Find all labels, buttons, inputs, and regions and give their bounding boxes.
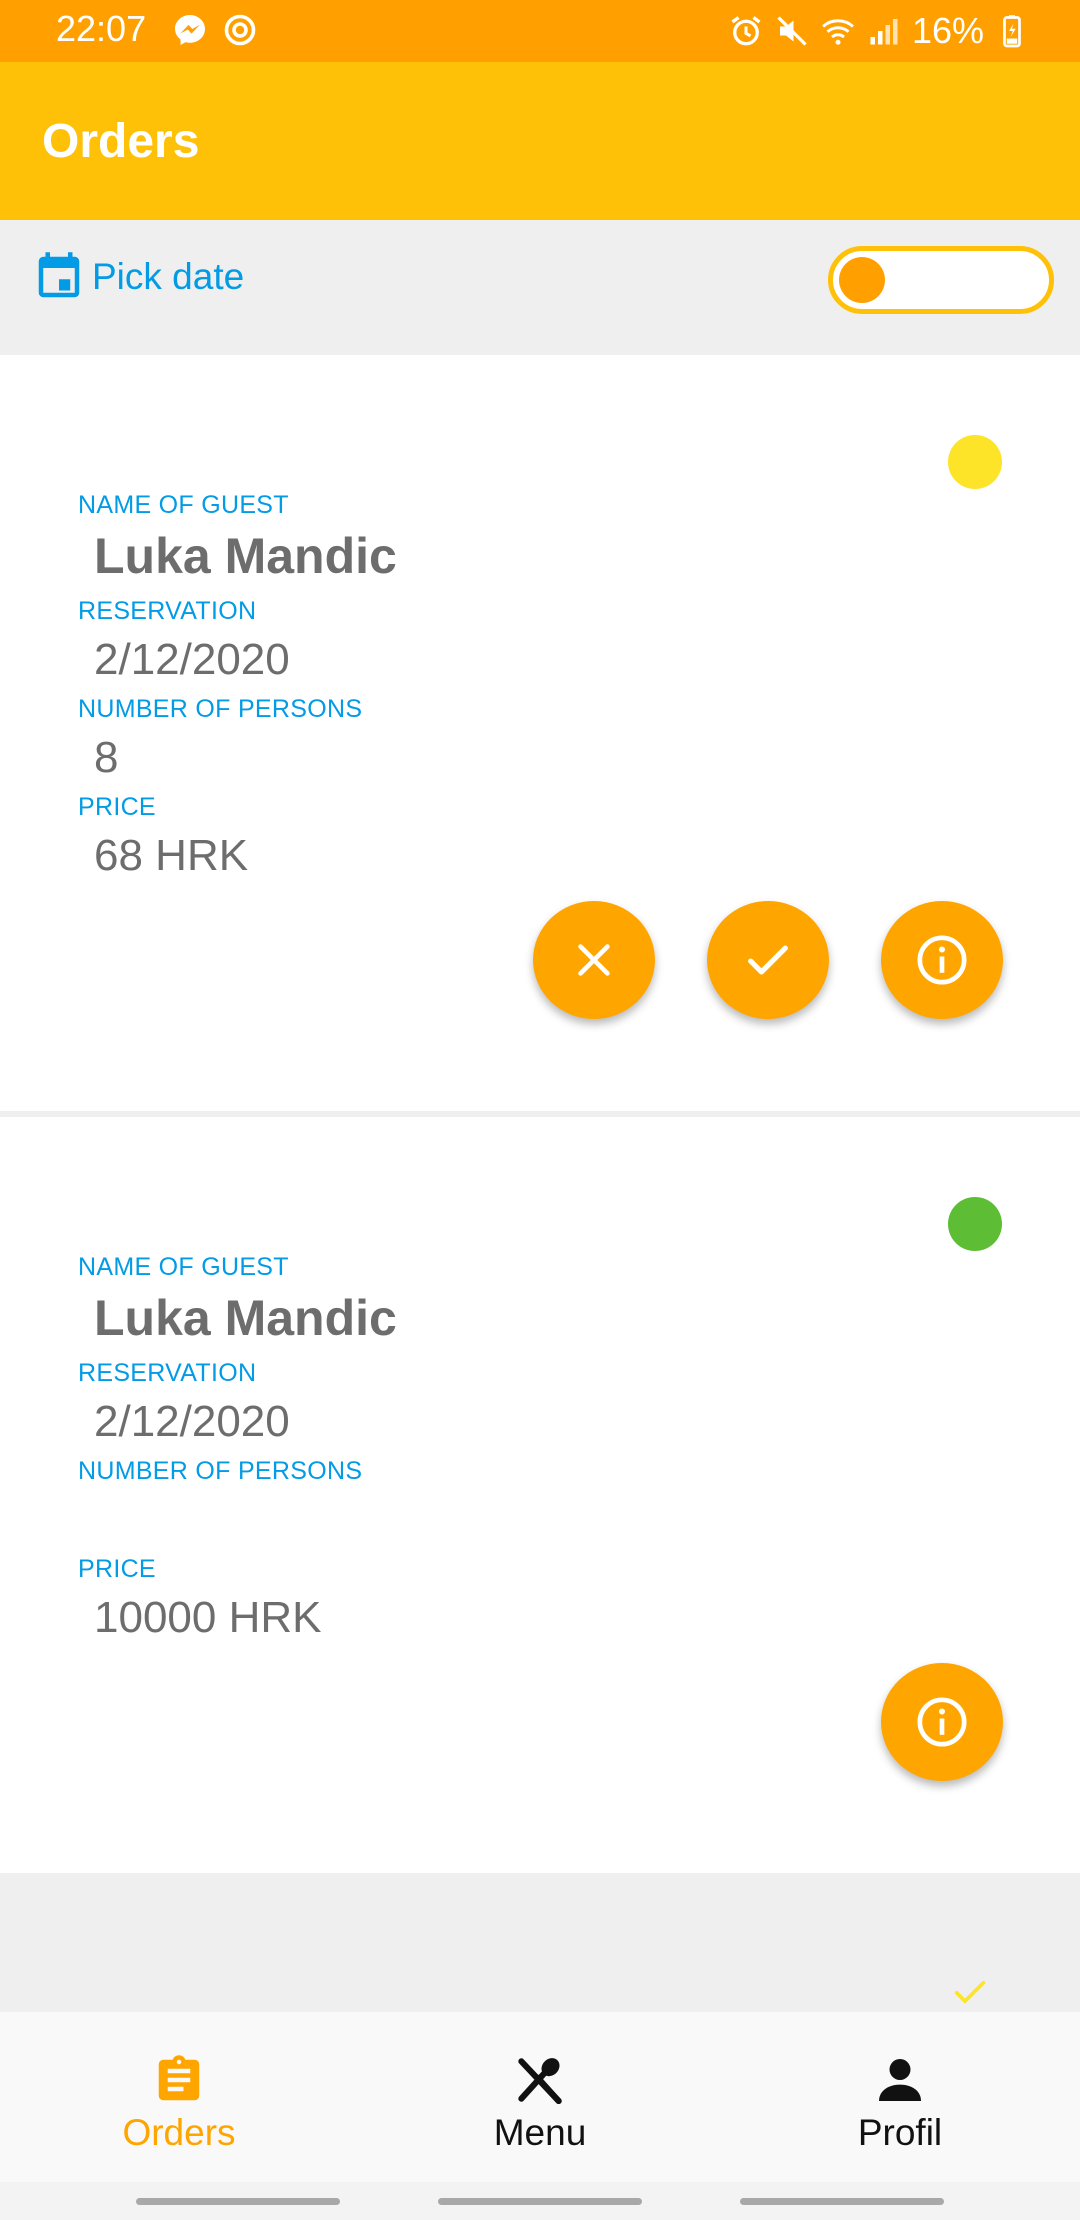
- nav-label-menu: Menu: [493, 2112, 587, 2153]
- reservation-date: 2/12/2020: [94, 1397, 290, 1446]
- status-bar: 22:07 16%: [0, 0, 1080, 62]
- order-status-dot: [948, 1197, 1002, 1251]
- clipboard-icon: [158, 2055, 200, 2101]
- guest-name-label: NAME OF GUEST: [78, 491, 289, 519]
- signal-icon: [870, 19, 898, 45]
- order-card: NAME OF GUEST Luka Mandic RESERVATION 2/…: [0, 1117, 1080, 1873]
- price-value: 68 HRK: [94, 831, 249, 880]
- reservation-label: RESERVATION: [78, 597, 257, 625]
- messenger-icon: [175, 15, 205, 45]
- check-icon: [748, 945, 788, 975]
- utensils-icon: [518, 2058, 562, 2105]
- persons-label: NUMBER OF PERSONS: [78, 695, 363, 723]
- gesture-pill[interactable]: [438, 2198, 642, 2205]
- filter-toggle[interactable]: [828, 246, 1054, 314]
- persons-count: 8: [94, 733, 119, 782]
- page-title: Orders: [42, 115, 200, 168]
- reservation-label: RESERVATION: [78, 1359, 257, 1387]
- accept-order-button[interactable]: [707, 901, 829, 1019]
- persons-label: NUMBER OF PERSONS: [78, 1457, 363, 1485]
- gesture-bar: [0, 2182, 1080, 2220]
- reservation-date: 2/12/2020: [94, 635, 290, 684]
- price-value: 10000 HRK: [94, 1593, 322, 1642]
- order-card: NAME OF GUEST Luka Mandic RESERVATION 2/…: [0, 355, 1080, 1111]
- battery-percent: 16%: [911, 10, 984, 51]
- toggle-knob: [839, 257, 885, 303]
- calendar-icon: [38, 252, 80, 298]
- status-time: 22:07: [56, 8, 147, 49]
- mute-icon: [777, 16, 807, 46]
- sync-icon: [224, 14, 256, 46]
- battery-charging-icon: [1003, 15, 1021, 48]
- filter-bar: Pick date: [0, 220, 1080, 354]
- pick-date-label: Pick date: [92, 256, 245, 297]
- nav-item-profil[interactable]: Profil: [800, 2052, 1000, 2154]
- nav-item-menu[interactable]: Menu: [440, 2052, 640, 2154]
- person-icon: [879, 2059, 921, 2101]
- guest-name: Luka Mandic: [94, 1290, 397, 1346]
- nav-label-profil: Profil: [857, 2112, 943, 2153]
- pick-date-button[interactable]: Pick date: [32, 248, 244, 306]
- guest-name: Luka Mandic: [94, 528, 397, 584]
- close-icon: [578, 944, 610, 976]
- order-card-partial: [0, 1880, 1080, 2010]
- price-label: PRICE: [78, 793, 156, 821]
- check-icon: [954, 1981, 986, 2004]
- gesture-pill[interactable]: [136, 2198, 340, 2205]
- gesture-pill[interactable]: [740, 2198, 944, 2205]
- info-icon: [917, 1697, 967, 1747]
- nav-item-orders[interactable]: Orders: [79, 2052, 279, 2154]
- reject-order-button[interactable]: [533, 901, 655, 1019]
- guest-name-label: NAME OF GUEST: [78, 1253, 289, 1281]
- order-status-dot: [948, 435, 1002, 489]
- wifi-icon: [821, 19, 854, 45]
- info-icon: [917, 935, 967, 985]
- nav-label-orders: Orders: [122, 2112, 236, 2153]
- price-label: PRICE: [78, 1555, 156, 1583]
- order-info-button[interactable]: [881, 1663, 1003, 1781]
- order-info-button[interactable]: [881, 901, 1003, 1019]
- app-bar: Orders: [0, 62, 1080, 220]
- bottom-navigation: Orders Menu Profil: [0, 2012, 1080, 2182]
- alarm-icon: [731, 16, 761, 46]
